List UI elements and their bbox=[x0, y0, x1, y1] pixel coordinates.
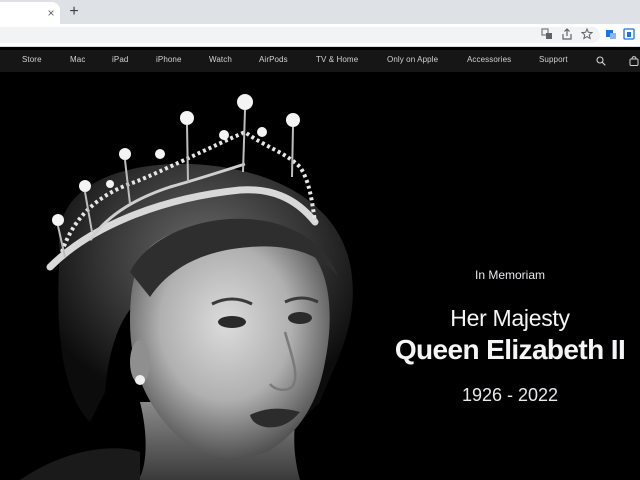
nav-item-iphone[interactable]: iPhone bbox=[156, 55, 182, 64]
extension-icon[interactable] bbox=[604, 27, 618, 41]
bag-icon[interactable] bbox=[628, 55, 640, 67]
browser-tab-strip: × + bbox=[0, 0, 640, 24]
share-icon[interactable] bbox=[560, 27, 574, 41]
nav-item-accessories[interactable]: Accessories bbox=[467, 55, 511, 64]
browser-tab[interactable]: × bbox=[0, 2, 60, 24]
portrait-photo bbox=[20, 94, 353, 480]
nav-item-support[interactable]: Support bbox=[539, 55, 568, 64]
nav-item-store[interactable]: Store bbox=[22, 55, 42, 64]
translate-icon[interactable] bbox=[540, 27, 554, 41]
hero-section: In Memoriam Her Majesty Queen Elizabeth … bbox=[0, 72, 640, 480]
new-tab-button[interactable]: + bbox=[66, 4, 82, 20]
nav-item-tv-home[interactable]: TV & Home bbox=[316, 55, 358, 64]
nav-item-mac[interactable]: Mac bbox=[70, 55, 85, 64]
global-nav: Store Mac iPad iPhone Watch AirPods TV &… bbox=[0, 50, 640, 72]
memorial-text-block: In Memoriam Her Majesty Queen Elizabeth … bbox=[380, 72, 640, 480]
life-dates: 1926 - 2022 bbox=[461, 385, 559, 405]
nav-item-only-on-apple[interactable]: Only on Apple bbox=[387, 55, 438, 64]
tab-close-button[interactable]: × bbox=[44, 6, 58, 20]
title-her-majesty: Her Majesty bbox=[450, 305, 570, 331]
bookmark-star-icon[interactable] bbox=[580, 27, 594, 41]
address-bar[interactable] bbox=[0, 27, 600, 43]
nav-item-ipad[interactable]: iPad bbox=[112, 55, 128, 64]
nav-item-watch[interactable]: Watch bbox=[209, 55, 232, 64]
nav-item-airpods[interactable]: AirPods bbox=[259, 55, 288, 64]
search-icon[interactable] bbox=[595, 55, 607, 67]
profile-icon[interactable] bbox=[622, 27, 636, 41]
title-queen-elizabeth: Queen Elizabeth II bbox=[394, 334, 626, 365]
eyebrow-in-memoriam: In Memoriam bbox=[474, 268, 545, 282]
